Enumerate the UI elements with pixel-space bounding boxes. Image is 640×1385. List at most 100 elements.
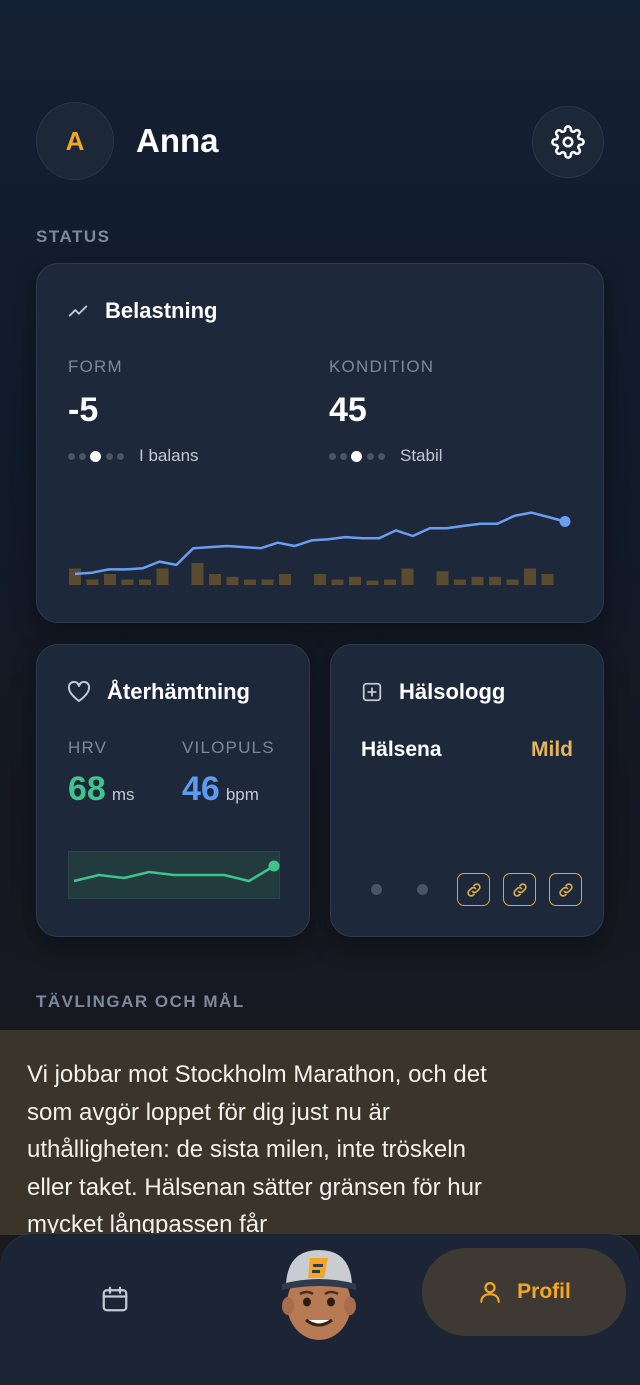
load-bar [331, 579, 344, 585]
health-card-title: Hälsologg [361, 679, 505, 705]
plus-square-icon [362, 682, 382, 702]
coach-message-text: Vi jobbar mot Stockholm Marathon, och de… [27, 1061, 487, 1235]
link-entry-button[interactable] [549, 873, 582, 906]
form-caption: I balans [139, 446, 199, 465]
load-bar [261, 579, 274, 585]
load-title-text: Belastning [105, 298, 218, 323]
load-bar [86, 579, 99, 585]
link-icon [558, 882, 573, 897]
indicator-dot [79, 452, 86, 460]
settings-button[interactable] [532, 106, 604, 178]
load-bar [489, 576, 501, 586]
form-label: FORM [68, 357, 123, 376]
recovery-title-text: Återhämtning [107, 679, 250, 704]
indicator-dot [378, 452, 385, 460]
load-card[interactable]: Belastning FORM -5 I balans KONDITION 45… [36, 263, 604, 623]
indicator-dot [117, 452, 124, 460]
gear-icon [551, 125, 585, 159]
form-indicator: I balans [68, 446, 199, 466]
heart-icon [67, 681, 91, 702]
load-bar [191, 563, 204, 585]
severity-badge: Mild [531, 738, 573, 761]
bottom-nav: Profil [0, 1233, 640, 1385]
resting-hr-metric: VILOPULS 46 bpm [182, 738, 275, 809]
nav-coach-button[interactable] [276, 1244, 362, 1344]
nav-calendar-button[interactable] [90, 1274, 140, 1324]
load-bar [279, 574, 291, 585]
load-bar [156, 568, 169, 585]
load-bar [366, 580, 379, 585]
load-card-title: Belastning [67, 298, 217, 324]
indicator-dot [329, 452, 336, 460]
load-bar [104, 574, 116, 585]
coach-message-panel[interactable]: Vi jobbar mot Stockholm Marathon, och de… [0, 1030, 640, 1235]
condition-metric: KONDITION 45 Stabil [329, 357, 443, 466]
link-entry-button[interactable] [457, 873, 490, 906]
resting-hr-unit: bpm [225, 785, 259, 804]
condition-label: KONDITION [329, 357, 435, 376]
resting-hr-value: 46 [182, 770, 220, 808]
hrv-label: HRV [68, 738, 108, 757]
avatar-initial: A [65, 125, 85, 156]
health-item-name: Hälsena [361, 738, 442, 761]
health-log-entries [371, 873, 582, 906]
resting-hr-label: VILOPULS [182, 738, 275, 757]
load-bar [209, 574, 221, 585]
nav-profile-tab[interactable]: Profil [422, 1248, 626, 1336]
health-log-card[interactable]: Hälsologg Hälsena Mild [330, 644, 604, 937]
link-entry-button[interactable] [503, 873, 536, 906]
user-name: Anna [136, 122, 219, 159]
hrv-value-row: 68 ms [68, 770, 135, 809]
hrv-metric: HRV 68 ms [68, 738, 135, 809]
indicator-dot-active [351, 450, 362, 462]
load-bar [244, 579, 256, 585]
hrv-sparkline [68, 851, 280, 899]
hrv-unit: ms [111, 785, 135, 804]
load-bar [541, 574, 554, 585]
avatar[interactable]: A [36, 102, 114, 180]
load-bar [506, 579, 519, 585]
entry-dot [371, 884, 382, 895]
load-bar [121, 579, 134, 585]
indicator-dot [68, 452, 75, 460]
health-title-text: Hälsologg [399, 679, 506, 704]
load-bar [471, 576, 484, 586]
recovery-card-title: Återhämtning [67, 679, 250, 705]
link-icon [512, 882, 527, 897]
load-bar [226, 576, 239, 586]
section-label-status: STATUS [36, 227, 111, 246]
resting-hr-value-row: 46 bpm [182, 770, 275, 809]
load-bar [69, 568, 81, 585]
load-bar [524, 568, 536, 585]
load-bar [314, 574, 326, 585]
indicator-dot [367, 452, 374, 460]
form-value: -5 [68, 391, 99, 429]
entry-dot [417, 884, 428, 895]
load-chart [69, 511, 571, 586]
section-label-goals: TÄVLINGAR OCH MÅL [36, 992, 245, 1011]
load-bar [349, 576, 361, 586]
load-bar [436, 571, 449, 586]
recovery-card[interactable]: Återhämtning HRV 68 ms VILOPULS 46 bpm [36, 644, 310, 937]
link-icon [466, 882, 481, 897]
form-metric: FORM -5 I balans [68, 357, 199, 466]
indicator-dot-active [90, 450, 101, 462]
user-icon [480, 1282, 500, 1303]
profile-tab-label: Profil [517, 1280, 571, 1303]
condition-value: 45 [329, 391, 367, 429]
indicator-dot [340, 452, 347, 460]
calendar-icon [102, 1286, 128, 1312]
indicator-dot [106, 452, 113, 460]
profile-header: A Anna [36, 102, 604, 180]
condition-caption: Stabil [400, 446, 443, 465]
load-bar [401, 568, 414, 585]
load-bar [454, 579, 466, 585]
condition-indicator: Stabil [329, 446, 443, 466]
coach-avatar-icon [282, 1250, 356, 1340]
load-bar [384, 579, 396, 585]
load-trend-line [74, 511, 566, 576]
hrv-sparkline-endpoint [268, 860, 280, 872]
trend-icon [68, 305, 88, 317]
load-bar [139, 579, 151, 585]
hrv-value: 68 [68, 770, 106, 808]
